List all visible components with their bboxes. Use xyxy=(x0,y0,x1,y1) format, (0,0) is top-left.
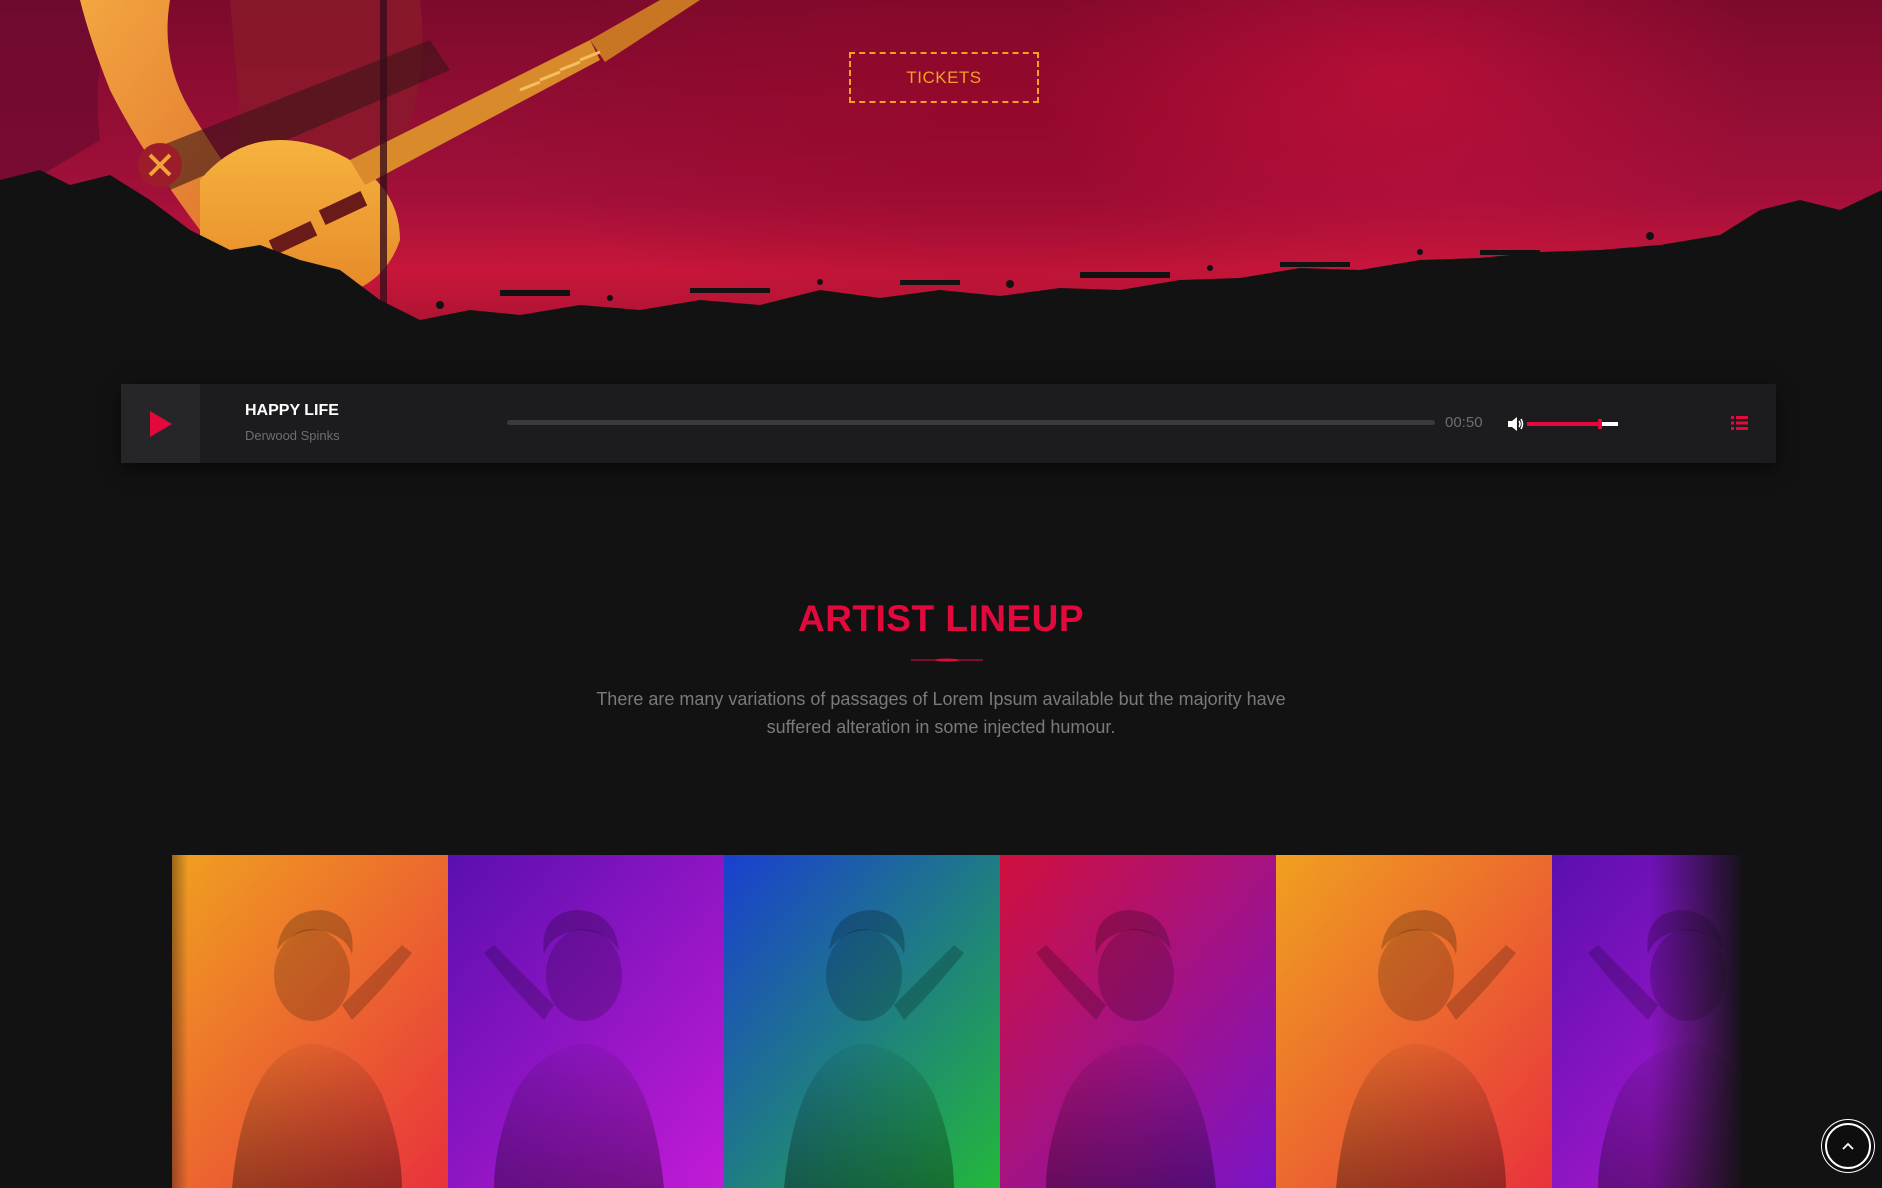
artist-photo xyxy=(1276,855,1552,1188)
audio-player: HAPPY LIFE Derwood Spinks 00:50 xyxy=(121,384,1776,463)
volume-icon[interactable] xyxy=(1507,415,1525,433)
artist-card[interactable] xyxy=(1276,855,1552,1188)
grunge-edge-decoration xyxy=(0,170,1882,360)
playlist-icon[interactable] xyxy=(1731,416,1748,430)
page: TICKETS HAPPY LIFE Derwood Spinks 00:50 xyxy=(0,0,1882,1188)
tickets-button[interactable]: TICKETS xyxy=(849,52,1039,103)
artist-photo xyxy=(172,855,448,1188)
back-to-top-button[interactable] xyxy=(1825,1123,1871,1169)
artist-card[interactable] xyxy=(1000,855,1276,1188)
progress-bar[interactable] xyxy=(507,420,1435,425)
play-icon xyxy=(149,410,172,437)
artist-card[interactable] xyxy=(1552,855,1742,1188)
title-divider xyxy=(911,658,983,662)
artist-card[interactable] xyxy=(172,855,448,1188)
volume-slider[interactable] xyxy=(1527,419,1618,429)
track-title: HAPPY LIFE xyxy=(245,402,339,419)
artist-card[interactable] xyxy=(724,855,1000,1188)
artist-photo xyxy=(1000,855,1276,1188)
hero-banner: TICKETS xyxy=(0,0,1882,360)
time-readout: 00:50 xyxy=(1445,414,1483,431)
section-description: There are many variations of passages of… xyxy=(596,689,1286,737)
section-title: ARTIST LINEUP xyxy=(797,598,1085,639)
artist-carousel[interactable] xyxy=(172,855,1742,1188)
artist-photo xyxy=(724,855,1000,1188)
artist-card[interactable] xyxy=(448,855,724,1188)
artist-photo xyxy=(448,855,724,1188)
volume-fill xyxy=(1527,422,1600,426)
play-button[interactable] xyxy=(121,384,200,463)
chevron-up-icon xyxy=(1842,1142,1854,1150)
artist-photo xyxy=(1552,855,1742,1188)
volume-handle[interactable] xyxy=(1597,419,1602,429)
track-artist: Derwood Spinks xyxy=(245,428,340,443)
